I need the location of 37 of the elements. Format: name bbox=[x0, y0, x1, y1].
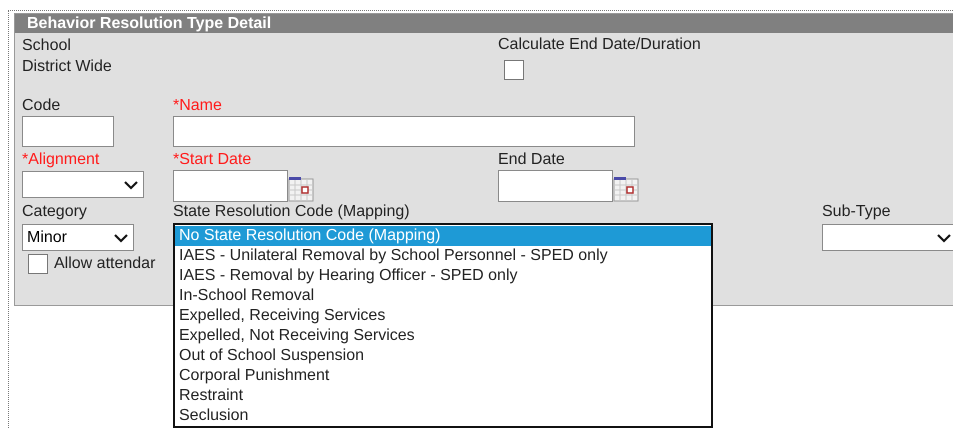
field-label: State Resolution Code (Mapping) bbox=[173, 202, 411, 222]
dropdown[interactable] bbox=[822, 224, 953, 251]
chevron-icon bbox=[936, 232, 952, 242]
dropdown-option[interactable]: Seclusion bbox=[175, 406, 711, 426]
name-input[interactable] bbox=[173, 116, 635, 147]
dropdown[interactable] bbox=[22, 171, 144, 198]
calendar-icon[interactable] bbox=[613, 176, 639, 202]
calendar-icon[interactable] bbox=[288, 176, 314, 202]
field-label: *Start Date bbox=[173, 150, 252, 170]
dropdown-option[interactable]: Restraint bbox=[175, 386, 711, 406]
dropdown-option[interactable]: Expelled, Not Receiving Services bbox=[175, 326, 711, 346]
date-input[interactable] bbox=[498, 170, 613, 202]
field-label: Sub-Type bbox=[822, 202, 892, 222]
checkbox-label: Allow attendar bbox=[54, 254, 156, 274]
field-label: *Alignment bbox=[22, 150, 100, 170]
dropdown-option[interactable]: IAES - Removal by Hearing Officer - SPED only bbox=[175, 266, 711, 286]
date-input[interactable] bbox=[173, 170, 288, 202]
field-label: Category bbox=[22, 202, 88, 222]
dropdown-option[interactable]: Expelled, Receiving Services bbox=[175, 306, 711, 326]
dropdown-option[interactable]: Corporal Punishment bbox=[175, 366, 711, 386]
panel-title: Behavior Resolution Type Detail bbox=[27, 14, 272, 32]
checkbox[interactable] bbox=[28, 254, 48, 274]
scope-text: School bbox=[22, 36, 72, 56]
dropdown-list[interactable] bbox=[173, 223, 713, 428]
field-label: *Name bbox=[173, 96, 223, 116]
dropdown-option[interactable]: In-School Removal bbox=[175, 286, 711, 306]
chevron-icon bbox=[123, 180, 139, 190]
field-label: End Date bbox=[498, 150, 566, 170]
code-input[interactable] bbox=[22, 116, 114, 147]
chevron-icon bbox=[113, 232, 129, 242]
dropdown-option[interactable]: IAES - Unilateral Removal by School Personnel - SPED only bbox=[175, 246, 711, 266]
field-label: Calculate End Date/Duration bbox=[498, 35, 701, 55]
scope-text: District Wide bbox=[22, 57, 113, 77]
dropdown-option[interactable]: Out of School Suspension bbox=[175, 346, 711, 366]
field-label: Code bbox=[22, 96, 62, 116]
dropdown[interactable]: Minor bbox=[22, 224, 134, 251]
checkbox[interactable] bbox=[504, 60, 524, 80]
